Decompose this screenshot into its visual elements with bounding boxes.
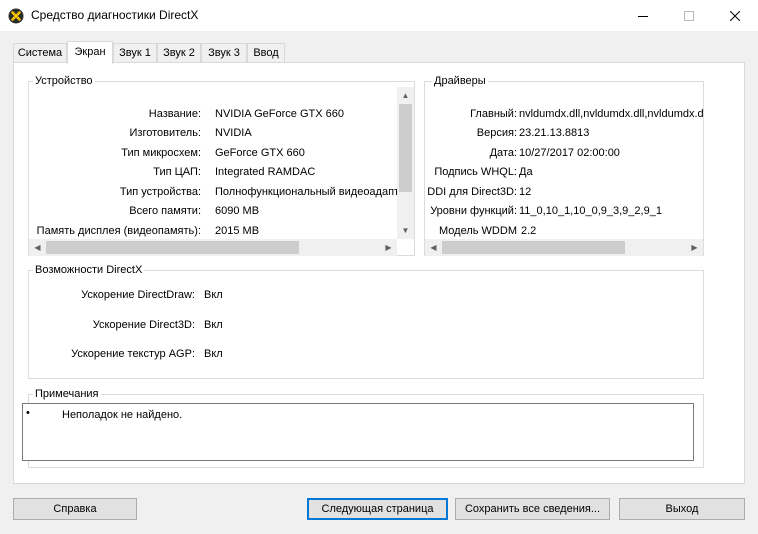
drivers-group-title: Драйверы (432, 75, 488, 87)
directdraw-acceleration-value: Вкл (204, 289, 223, 301)
scroll-up-arrow-icon[interactable]: ▲ (397, 87, 414, 104)
device-type-value: Полнофункциональный видеоадапт (215, 186, 397, 198)
driver-feature-levels-value: 11_0,10_1,10_0,9_3,9_2,9_1 (519, 205, 662, 217)
drivers-horizontal-scroll-thumb[interactable] (442, 241, 625, 254)
driver-version-label: Версия: (476, 127, 517, 139)
driver-main-label: Главный: (470, 108, 517, 120)
notes-item: Неполадок не найдено. (62, 409, 183, 421)
directdraw-acceleration-label: Ускорение DirectDraw: (81, 289, 195, 301)
driver-date-value: 10/27/2017 02:00:00 (519, 147, 620, 159)
device-chip-type-label: Тип микросхем: (121, 147, 201, 159)
help-button[interactable]: Справка (13, 498, 137, 520)
device-vertical-scrollbar[interactable]: ▲ ▼ (397, 87, 414, 239)
driver-ddi-value: 12 (519, 186, 532, 198)
device-name-label: Название: (148, 108, 201, 120)
device-display-memory-value: 2015 MB (215, 225, 260, 237)
close-button[interactable] (712, 0, 758, 31)
minimize-button[interactable] (620, 0, 666, 31)
scroll-right-arrow-icon[interactable]: ▶ (686, 239, 703, 256)
tab-sound-3[interactable]: Звук 3 (201, 43, 247, 63)
tab-system[interactable]: Система (13, 43, 67, 63)
maximize-button[interactable] (666, 0, 712, 31)
notes-textbox[interactable]: • Неполадок не найдено. (22, 403, 694, 461)
driver-main-value: nvldumdx.dll,nvldumdx.dll,nvldumdx.dl (519, 108, 703, 120)
driver-model-label: Модель WDDM (439, 225, 517, 237)
driver-model-value: 2.2 (521, 225, 537, 237)
bullet-icon: • (26, 407, 30, 419)
save-all-info-button[interactable]: Сохранить все сведения... (455, 498, 610, 520)
device-dac-type-value: Integrated RAMDAC (215, 166, 316, 178)
driver-feature-levels-label: Уровни функций: (430, 205, 517, 217)
exit-button[interactable]: Выход (619, 498, 745, 520)
driver-whql-value: Да (519, 166, 533, 178)
tab-sound-1[interactable]: Звук 1 (113, 43, 157, 63)
direct3d-acceleration-label: Ускорение Direct3D: (92, 319, 195, 331)
device-group-title: Устройство (33, 75, 95, 87)
scroll-left-arrow-icon[interactable]: ◀ (29, 239, 46, 256)
scroll-left-arrow-icon[interactable]: ◀ (425, 239, 442, 256)
tab-sound-2[interactable]: Звук 2 (157, 43, 201, 63)
tab-input[interactable]: Ввод (247, 43, 285, 63)
device-manufacturer-value: NVIDIA (215, 127, 252, 139)
device-chip-type-value: GeForce GTX 660 (215, 147, 305, 159)
tab-display[interactable]: Экран (67, 41, 113, 64)
device-display-memory-label: Память дисплея (видеопамять): (36, 225, 201, 237)
directx-x-icon (8, 8, 24, 24)
device-horizontal-scrollbar[interactable]: ◀ ▶ (29, 239, 397, 256)
device-dac-type-label: Тип ЦАП: (153, 166, 201, 178)
scroll-down-arrow-icon[interactable]: ▼ (397, 222, 414, 239)
agp-texture-acceleration-label: Ускорение текстур AGP: (71, 348, 195, 360)
next-page-button[interactable]: Следующая страница (307, 498, 448, 520)
device-horizontal-scroll-thumb[interactable] (46, 241, 299, 254)
drivers-horizontal-scrollbar[interactable]: ◀ ▶ (425, 239, 703, 256)
device-type-label: Тип устройства: (119, 186, 201, 198)
notes-title: Примечания (33, 388, 101, 400)
device-total-memory-value: 6090 MB (215, 205, 260, 217)
driver-date-label: Дата: (489, 147, 517, 159)
direct3d-acceleration-value: Вкл (204, 319, 223, 331)
device-total-memory-label: Всего памяти: (129, 205, 201, 217)
scroll-right-arrow-icon[interactable]: ▶ (380, 239, 397, 256)
device-manufacturer-label: Изготовитель: (129, 127, 202, 139)
agp-texture-acceleration-value: Вкл (204, 348, 223, 360)
driver-ddi-label: DDI для Direct3D: (427, 186, 517, 198)
directx-features-title: Возможности DirectX (33, 264, 145, 276)
title-bar[interactable]: Средство диагностики DirectX (0, 0, 758, 31)
driver-whql-label: Подпись WHQL: (434, 166, 517, 178)
driver-version-value: 23.21.13.8813 (519, 127, 590, 139)
device-name-value: NVIDIA GeForce GTX 660 (215, 108, 344, 120)
window-title: Средство диагностики DirectX (31, 8, 199, 22)
device-vertical-scroll-thumb[interactable] (399, 104, 412, 192)
